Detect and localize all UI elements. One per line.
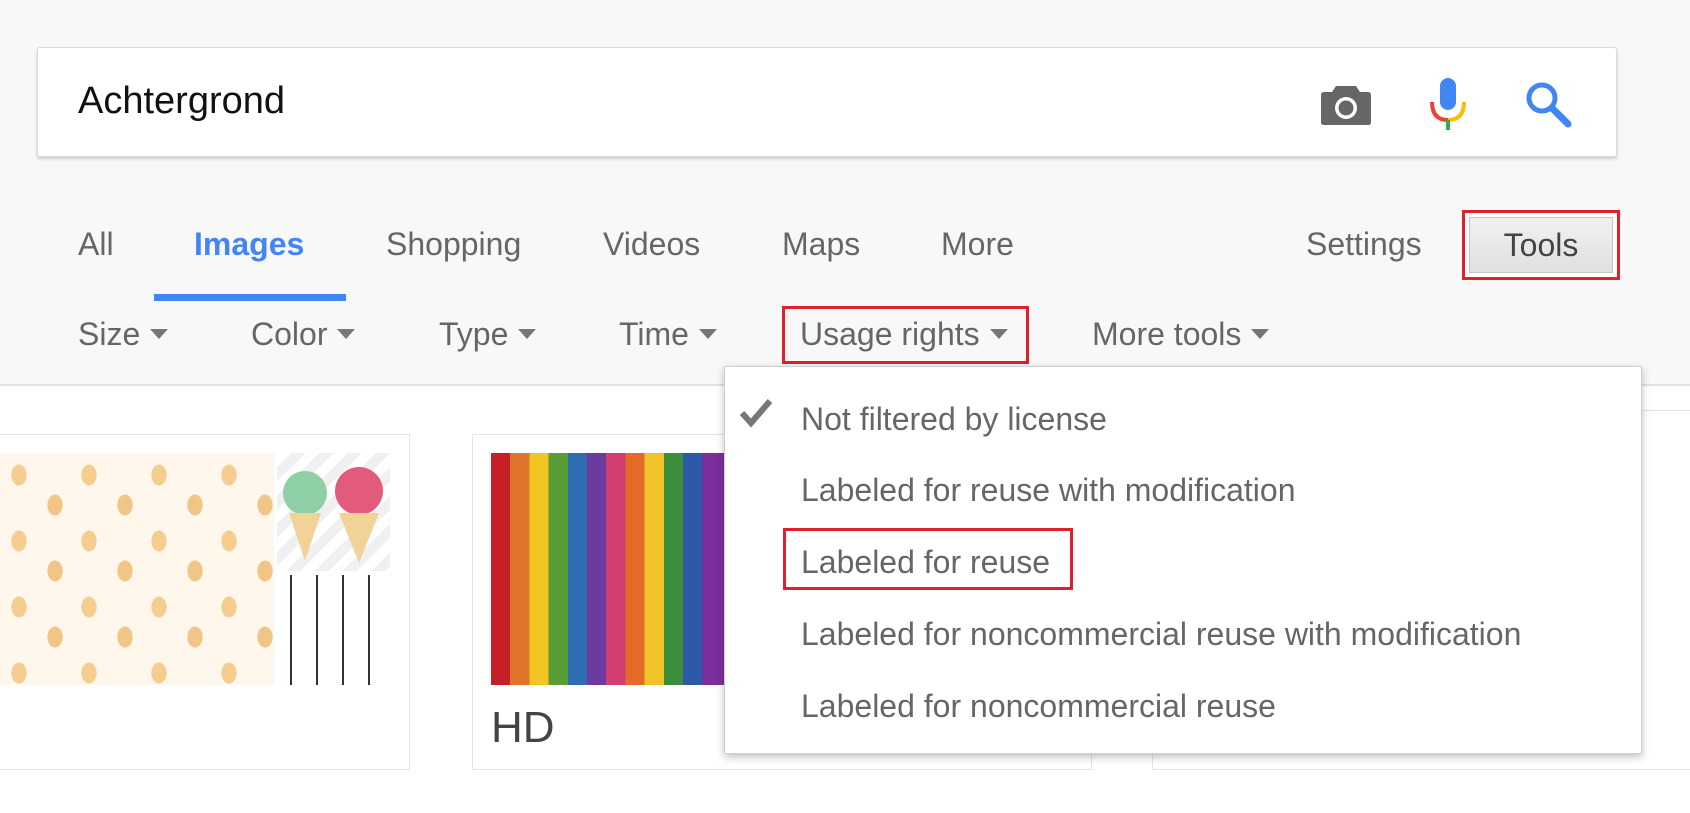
- time-label: Time: [619, 316, 689, 352]
- caret-down-icon: [337, 328, 356, 339]
- tab-maps[interactable]: Maps: [782, 226, 860, 263]
- ice-cream-image: [277, 453, 390, 571]
- active-tab-indicator: [154, 294, 346, 301]
- tab-shopping[interactable]: Shopping: [386, 226, 521, 263]
- caret-down-icon: [1251, 328, 1270, 339]
- tab-more[interactable]: More: [941, 226, 1014, 263]
- result-card[interactable]: [0, 434, 410, 770]
- search-input[interactable]: Achtergrond: [78, 80, 285, 123]
- more-tools-label: More tools: [1092, 316, 1242, 352]
- tab-all[interactable]: All: [78, 226, 114, 263]
- menu-item-noncommercial-reuse-with-modification[interactable]: Labeled for noncommercial reuse with mod…: [801, 616, 1521, 653]
- check-icon: [739, 397, 773, 432]
- time-dropdown[interactable]: Time: [619, 316, 717, 353]
- type-label: Type: [439, 316, 509, 352]
- type-dropdown[interactable]: Type: [439, 316, 537, 353]
- search-icon[interactable]: [1520, 76, 1576, 132]
- rainbow-wood-image: [491, 453, 731, 685]
- arrows-pattern-image: [277, 575, 390, 685]
- tab-images[interactable]: Images: [194, 226, 304, 263]
- labeled-for-reuse-highlight: [783, 528, 1073, 590]
- search-box[interactable]: Achtergrond: [37, 47, 1617, 157]
- size-label: Size: [78, 316, 141, 352]
- camera-icon[interactable]: [1318, 76, 1374, 132]
- tab-videos[interactable]: Videos: [603, 226, 700, 263]
- result-caption: HD: [491, 703, 555, 752]
- more-tools-dropdown[interactable]: More tools: [1092, 316, 1270, 353]
- menu-item-not-filtered[interactable]: Not filtered by license: [801, 401, 1107, 438]
- menu-item-noncommercial-reuse[interactable]: Labeled for noncommercial reuse: [801, 688, 1276, 725]
- mic-icon[interactable]: [1420, 76, 1476, 132]
- settings-link[interactable]: Settings: [1306, 226, 1422, 263]
- color-dropdown[interactable]: Color: [251, 316, 356, 353]
- color-label: Color: [251, 316, 328, 352]
- caret-down-icon: [698, 328, 717, 339]
- search-tabs: All Images Shopping Videos Maps More Set…: [0, 216, 1690, 301]
- tools-button[interactable]: Tools: [1462, 210, 1620, 280]
- caret-down-icon: [518, 328, 537, 339]
- pineapple-pattern-image: [0, 453, 274, 685]
- usage-rights-highlight: [782, 306, 1029, 364]
- caret-down-icon: [150, 328, 169, 339]
- size-dropdown[interactable]: Size: [78, 316, 169, 353]
- menu-item-reuse-with-modification[interactable]: Labeled for reuse with modification: [801, 472, 1296, 509]
- tools-label: Tools: [1469, 217, 1613, 273]
